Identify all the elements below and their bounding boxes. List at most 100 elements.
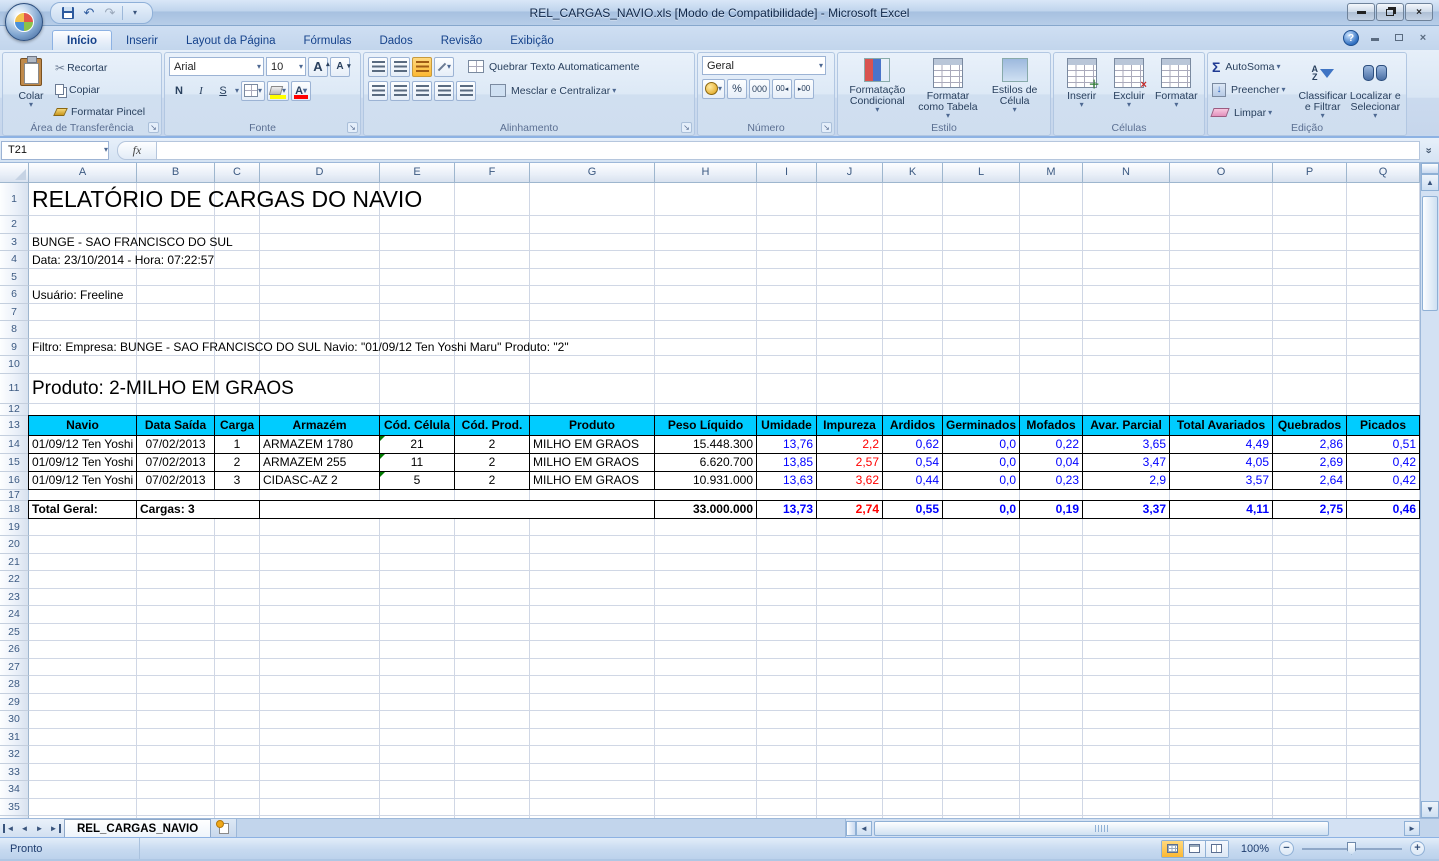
total-value-c10[interactable]: 0,55 bbox=[882, 500, 943, 519]
align-top-button[interactable] bbox=[368, 57, 388, 77]
paste-button[interactable]: Colar ▾ bbox=[7, 56, 55, 108]
table-cell-r16-c1[interactable]: 07/02/2013 bbox=[136, 471, 215, 490]
row-header-21[interactable]: 21 bbox=[0, 554, 29, 572]
tab-split-handle[interactable] bbox=[846, 821, 856, 836]
table-cell-r15-c13[interactable]: 3,47 bbox=[1082, 453, 1170, 472]
row-header-17[interactable]: 17 bbox=[0, 490, 29, 501]
table-cell-r14-c5[interactable]: 2 bbox=[454, 435, 530, 454]
column-header-Q[interactable]: Q bbox=[1347, 163, 1420, 183]
format-as-table-button[interactable]: Formatar como Tabela ▾ bbox=[913, 56, 983, 119]
table-cell-r14-c8[interactable]: 13,76 bbox=[756, 435, 817, 454]
doc-minimize-button[interactable] bbox=[1367, 32, 1383, 44]
row-header-29[interactable]: 29 bbox=[0, 694, 29, 712]
italic-button[interactable]: I bbox=[191, 81, 211, 101]
doc-restore-button[interactable] bbox=[1391, 32, 1407, 44]
table-cell-r14-c10[interactable]: 0,62 bbox=[882, 435, 943, 454]
dialog-launcher-icon[interactable]: ↘ bbox=[681, 122, 692, 133]
scroll-right-button[interactable]: ► bbox=[1404, 821, 1420, 836]
total-value-c13[interactable]: 3,37 bbox=[1082, 500, 1170, 519]
number-format-combo[interactable]: Geral▾ bbox=[702, 56, 826, 75]
select-all-corner[interactable] bbox=[0, 163, 29, 183]
table-cell-r14-c6[interactable]: MILHO EM GRAOS bbox=[529, 435, 655, 454]
ribbon-tab-inserir[interactable]: Inserir bbox=[112, 31, 172, 50]
grow-font-button[interactable]: A▴ bbox=[308, 57, 328, 77]
row-header-4[interactable]: 4 bbox=[0, 251, 29, 269]
total-value-c8[interactable]: 13,73 bbox=[756, 500, 817, 519]
table-header-0[interactable]: Navio bbox=[28, 415, 137, 436]
decrease-indent-button[interactable] bbox=[434, 81, 454, 101]
row-header-30[interactable]: 30 bbox=[0, 711, 29, 729]
name-box[interactable]: T21▾ bbox=[1, 141, 109, 160]
row-header-11[interactable]: 11 bbox=[0, 374, 29, 404]
table-cell-r15-c4[interactable]: 11 bbox=[379, 453, 455, 472]
row-header-15[interactable]: 15 bbox=[0, 454, 29, 472]
autosum-button[interactable]: ΣAutoSoma▾ bbox=[1212, 56, 1297, 77]
total-value-c7[interactable]: 33.000.000 bbox=[654, 500, 757, 519]
cell-text-row-9[interactable]: Filtro: Empresa: BUNGE - SAO FRANCISCO D… bbox=[32, 339, 569, 357]
dialog-launcher-icon[interactable]: ↘ bbox=[148, 122, 159, 133]
sort-filter-button[interactable]: AZ Classificar e Filtrar ▾ bbox=[1297, 56, 1349, 119]
total-cargas-cell[interactable]: Cargas: 3 bbox=[136, 500, 260, 519]
table-cell-r15-c1[interactable]: 07/02/2013 bbox=[136, 453, 215, 472]
page-break-view-button[interactable] bbox=[1206, 841, 1228, 857]
row-header-2[interactable]: 2 bbox=[0, 216, 29, 234]
insert-function-button[interactable]: fx bbox=[117, 141, 157, 160]
table-cell-r15-c0[interactable]: 01/09/12 Ten Yoshi Maru bbox=[28, 453, 137, 472]
increase-decimal-button[interactable]: 00◂ bbox=[772, 79, 792, 99]
ribbon-tab-layout-da-página[interactable]: Layout da Página bbox=[172, 31, 290, 50]
table-header-7[interactable]: Peso Líquido bbox=[654, 415, 757, 436]
dialog-launcher-icon[interactable]: ↘ bbox=[347, 122, 358, 133]
table-cell-r15-c10[interactable]: 0,54 bbox=[882, 453, 943, 472]
table-cell-r14-c11[interactable]: 0,0 bbox=[942, 435, 1020, 454]
row-header-14[interactable]: 14 bbox=[0, 436, 29, 454]
prev-sheet-button[interactable]: ◄ bbox=[18, 824, 31, 833]
row-header-6[interactable]: 6 bbox=[0, 286, 29, 304]
table-cell-r14-c1[interactable]: 07/02/2013 bbox=[136, 435, 215, 454]
row-header-19[interactable]: 19 bbox=[0, 519, 29, 537]
row-header-18[interactable]: 18 bbox=[0, 501, 29, 519]
merge-center-button[interactable]: Mesclar e Centralizar ▾ bbox=[490, 80, 616, 101]
expand-formula-bar-button[interactable]: » bbox=[1420, 141, 1439, 159]
table-header-12[interactable]: Mofados bbox=[1019, 415, 1083, 436]
normal-view-button[interactable] bbox=[1162, 841, 1184, 857]
row-header-20[interactable]: 20 bbox=[0, 536, 29, 554]
table-header-13[interactable]: Avar. Parcial bbox=[1082, 415, 1170, 436]
comma-style-button[interactable]: 000 bbox=[749, 79, 770, 99]
table-cell-r14-c2[interactable]: 1 bbox=[214, 435, 260, 454]
total-value-c16[interactable]: 0,46 bbox=[1346, 500, 1420, 519]
decrease-decimal-button[interactable]: ▸00 bbox=[794, 79, 814, 99]
wrap-text-button[interactable]: Quebrar Texto Automaticamente bbox=[468, 56, 639, 77]
shrink-font-button[interactable]: A▾ bbox=[330, 57, 350, 77]
table-header-2[interactable]: Carga bbox=[214, 415, 260, 436]
table-cell-r14-c15[interactable]: 2,86 bbox=[1272, 435, 1347, 454]
ribbon-tab-fórmulas[interactable]: Fórmulas bbox=[290, 31, 366, 50]
table-cell-r16-c3[interactable]: CIDASC-AZ 2 bbox=[259, 471, 380, 490]
horizontal-scrollbar[interactable]: ◄ ► bbox=[845, 819, 1439, 837]
horizontal-scroll-track[interactable] bbox=[872, 821, 1404, 836]
align-bottom-button[interactable] bbox=[412, 57, 432, 77]
copy-button[interactable]: Copiar bbox=[55, 79, 145, 100]
delete-cells-button[interactable]: × Excluir ▾ bbox=[1105, 56, 1152, 108]
table-header-10[interactable]: Ardidos bbox=[882, 415, 943, 436]
scroll-down-button[interactable]: ▼ bbox=[1421, 801, 1439, 818]
orientation-button[interactable]: ▾ bbox=[434, 57, 454, 77]
format-painter-button[interactable]: Formatar Pincel bbox=[55, 101, 145, 122]
row-header-34[interactable]: 34 bbox=[0, 781, 29, 799]
office-button[interactable] bbox=[5, 3, 43, 41]
table-cell-r16-c5[interactable]: 2 bbox=[454, 471, 530, 490]
ribbon-tab-exibição[interactable]: Exibição bbox=[496, 31, 567, 50]
table-header-8[interactable]: Umidade bbox=[756, 415, 817, 436]
row-header-27[interactable]: 27 bbox=[0, 659, 29, 677]
row-header-33[interactable]: 33 bbox=[0, 764, 29, 782]
table-header-11[interactable]: Germinados bbox=[942, 415, 1020, 436]
cell-text-row-3[interactable]: BUNGE - SAO FRANCISCO DO SUL bbox=[32, 234, 233, 252]
total-value-c14[interactable]: 4,11 bbox=[1169, 500, 1273, 519]
scroll-left-button[interactable]: ◄ bbox=[856, 821, 872, 836]
align-right-button[interactable] bbox=[412, 81, 432, 101]
column-header-J[interactable]: J bbox=[817, 163, 883, 183]
table-header-15[interactable]: Quebrados bbox=[1272, 415, 1347, 436]
ribbon-tab-revisão[interactable]: Revisão bbox=[427, 31, 497, 50]
percent-style-button[interactable]: % bbox=[727, 79, 747, 99]
first-sheet-button[interactable]: ◄ bbox=[3, 824, 16, 833]
horizontal-scroll-thumb[interactable] bbox=[874, 821, 1329, 836]
